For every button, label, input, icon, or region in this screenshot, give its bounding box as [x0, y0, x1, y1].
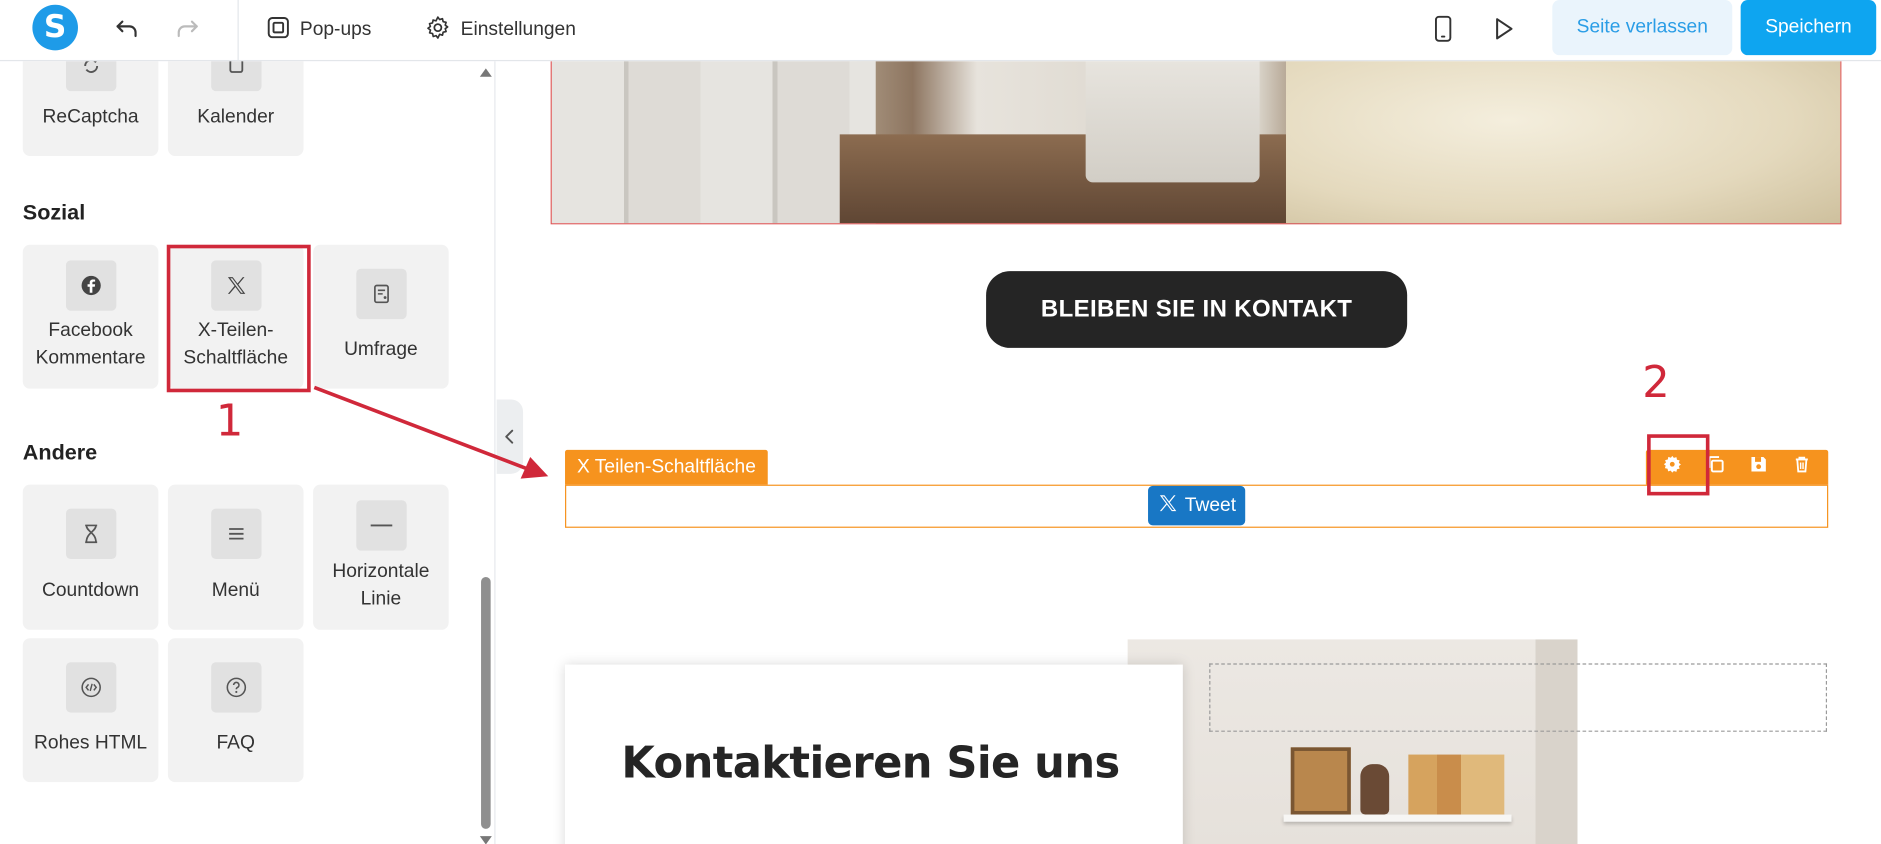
- tile-label: Menü: [211, 580, 260, 602]
- recaptcha-icon: [65, 61, 117, 92]
- contact-card[interactable]: Kontaktieren Sie uns: [565, 664, 1183, 844]
- element-sidebar: ReCaptcha Kalender Sozial Facebook Komme…: [0, 61, 496, 844]
- annotation-highlight-x-tile: [166, 244, 311, 393]
- element-tile-horizontal-line[interactable]: Horizontale Linie: [313, 484, 449, 630]
- collapse-sidebar-button[interactable]: [496, 399, 524, 474]
- tweet-button[interactable]: Tweet: [1148, 485, 1246, 526]
- menu-icon: [211, 508, 262, 560]
- tile-label: Horizontale Linie: [332, 561, 430, 610]
- scroll-up-arrow-icon[interactable]: [479, 68, 492, 77]
- app-logo[interactable]: S: [32, 4, 78, 51]
- x-logo-icon: [1157, 492, 1177, 518]
- popups-button[interactable]: Pop-ups: [266, 14, 371, 45]
- page-canvas: BLEIBEN SIE IN KONTAKT X Teilen-Schaltfl…: [496, 61, 1881, 844]
- gear-icon: [425, 14, 451, 46]
- contact-title: Kontaktieren Sie uns: [621, 738, 1120, 789]
- element-tile-recaptcha[interactable]: ReCaptcha: [22, 61, 159, 156]
- element-tile-poll[interactable]: Umfrage: [313, 244, 449, 389]
- save-element-icon[interactable]: [1749, 455, 1768, 480]
- chevron-left-icon: [505, 429, 514, 444]
- horizontal-line-icon: [356, 500, 407, 551]
- tweet-label: Tweet: [1184, 494, 1237, 516]
- bedroom-image[interactable]: [550, 61, 1842, 225]
- tile-label: ReCaptcha: [42, 106, 139, 128]
- question-icon: [211, 662, 262, 713]
- annotation-highlight-settings: [1647, 434, 1710, 496]
- popup-window-icon: [266, 15, 290, 45]
- toolbar-divider: [237, 0, 239, 62]
- section-title-other: Andere: [22, 440, 98, 465]
- settings-button[interactable]: Einstellungen: [425, 14, 576, 45]
- wardrobe-shape: [551, 61, 876, 224]
- tile-label: Rohes HTML: [34, 732, 148, 754]
- bed-shape: [1285, 61, 1841, 224]
- hourglass-icon: [65, 508, 117, 560]
- annotation-step-1: 1: [215, 397, 244, 447]
- settings-label: Einstellungen: [460, 19, 576, 40]
- save-button[interactable]: Speichern: [1740, 0, 1877, 56]
- shelf-shape: [1283, 814, 1512, 822]
- element-tile-faq[interactable]: FAQ: [167, 638, 304, 783]
- redo-icon[interactable]: [170, 12, 204, 46]
- element-tile-raw-html[interactable]: Rohes HTML: [22, 638, 159, 783]
- tile-label: Countdown: [42, 580, 140, 602]
- scroll-down-arrow-icon[interactable]: [479, 836, 492, 844]
- leave-page-button[interactable]: Seite verlassen: [1552, 0, 1733, 56]
- mobile-preview-icon[interactable]: [1426, 12, 1460, 46]
- selected-element-label[interactable]: X Teilen-Schaltfläche: [565, 449, 768, 485]
- trash-icon[interactable]: [1792, 455, 1811, 480]
- picture-frame-shape: [1290, 747, 1351, 815]
- doll-shape: [1360, 764, 1390, 815]
- nightstand-shape: [1085, 61, 1260, 183]
- sidebar-scrollbar-thumb[interactable]: [481, 577, 491, 829]
- element-tile-countdown[interactable]: Countdown: [22, 484, 159, 630]
- code-icon: [65, 662, 117, 713]
- popups-label: Pop-ups: [299, 19, 372, 40]
- section-title-social: Sozial: [22, 200, 86, 225]
- empty-drop-zone[interactable]: [1209, 663, 1828, 732]
- tile-label: Kalender: [197, 106, 275, 128]
- screen: S Pop-ups Einstellungen Seite verlassen: [0, 0, 1881, 844]
- element-tile-calendar[interactable]: Kalender: [167, 61, 304, 156]
- toy-blocks-shape: [1408, 754, 1505, 815]
- play-preview-icon[interactable]: [1486, 12, 1520, 46]
- tile-label: Facebook Kommentare: [35, 320, 146, 369]
- top-toolbar: S Pop-ups Einstellungen Seite verlassen: [0, 0, 1881, 62]
- calendar-icon: [211, 61, 262, 92]
- annotation-step-2: 2: [1642, 358, 1670, 408]
- undo-icon[interactable]: [110, 12, 144, 46]
- tile-label: Umfrage: [344, 339, 418, 360]
- stay-in-touch-button[interactable]: BLEIBEN SIE IN KONTAKT: [986, 271, 1408, 348]
- tile-label: FAQ: [216, 732, 255, 754]
- element-tile-facebook-comments[interactable]: Facebook Kommentare: [22, 244, 159, 389]
- element-tile-menu[interactable]: Menü: [167, 484, 304, 630]
- facebook-icon: [65, 260, 117, 311]
- poll-icon: [356, 268, 407, 320]
